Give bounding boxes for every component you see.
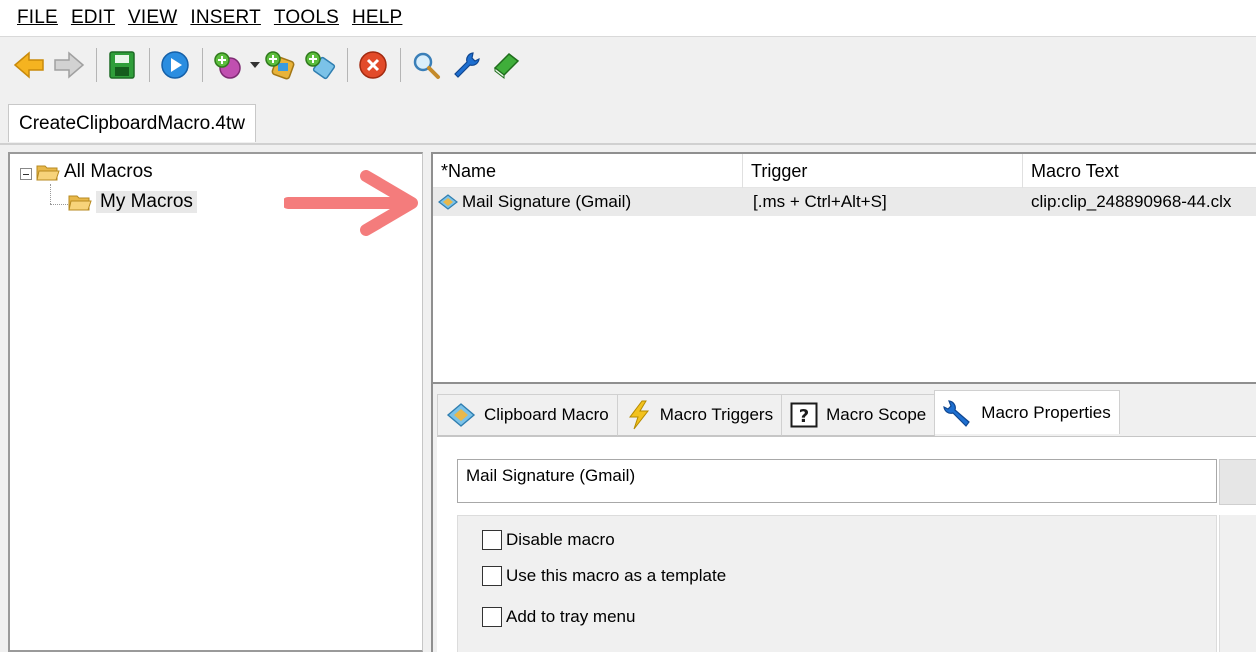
new-clipboard-macro-icon bbox=[265, 50, 295, 79]
new-macro-button[interactable] bbox=[209, 45, 247, 85]
side-button[interactable] bbox=[1219, 459, 1256, 505]
tree-item-my-macros[interactable]: My Macros bbox=[68, 188, 197, 216]
new-clipboard-macro-button[interactable] bbox=[261, 45, 299, 85]
tree-collapse-toggle[interactable] bbox=[20, 168, 32, 180]
new-text-macro-icon bbox=[305, 50, 336, 79]
document-tab-strip: CreateClipboardMacro.4tw bbox=[0, 92, 1256, 144]
menu-insert[interactable]: INSERT bbox=[183, 7, 267, 29]
menu-file[interactable]: FILE bbox=[10, 7, 64, 29]
document-tab[interactable]: CreateClipboardMacro.4tw bbox=[8, 104, 256, 142]
tab-macro-scope[interactable]: ? Macro Scope bbox=[781, 394, 936, 436]
menu-tools[interactable]: TOOLS bbox=[267, 7, 345, 29]
forward-button[interactable] bbox=[50, 45, 88, 85]
table-row[interactable]: Mail Signature (Gmail) [.ms + Ctrl+Alt+S… bbox=[433, 188, 1256, 216]
forward-arrow-icon bbox=[54, 50, 85, 79]
macro-name-field[interactable]: Mail Signature (Gmail) bbox=[457, 459, 1217, 503]
play-icon bbox=[161, 50, 189, 79]
clipboard-macro-icon bbox=[438, 194, 458, 210]
back-arrow-icon bbox=[13, 50, 44, 79]
question-icon: ? bbox=[790, 402, 818, 428]
wrench-icon bbox=[454, 51, 480, 78]
delete-button[interactable] bbox=[354, 45, 392, 85]
wrench-icon bbox=[943, 399, 971, 427]
macro-properties-panel: Mail Signature (Gmail) Disable macro Use… bbox=[437, 436, 1256, 652]
macro-editor: Clipboard Macro Macro Triggers ? Macro S… bbox=[431, 384, 1256, 652]
checkbox-label: Use this macro as a template bbox=[506, 566, 727, 585]
cell-name-text: Mail Signature (Gmail) bbox=[462, 192, 632, 211]
toolbar bbox=[0, 36, 1256, 92]
tab-macro-triggers[interactable]: Macro Triggers bbox=[616, 394, 783, 436]
folder-open-icon bbox=[36, 165, 60, 181]
options-button[interactable] bbox=[447, 45, 485, 85]
tree-item-all-macros[interactable]: All Macros bbox=[36, 158, 153, 186]
divider bbox=[0, 143, 1256, 145]
tab-label: Clipboard Macro bbox=[484, 405, 609, 424]
cell-trigger: [.ms + Ctrl+Alt+S] bbox=[753, 192, 887, 211]
save-button[interactable] bbox=[103, 45, 141, 85]
cell-name: Mail Signature (Gmail) bbox=[433, 188, 743, 216]
menu-bar: FILE EDIT VIEW INSERT TOOLS HELP bbox=[0, 0, 1256, 36]
search-icon bbox=[413, 52, 440, 79]
new-macro-dropdown[interactable] bbox=[249, 45, 261, 85]
back-button[interactable] bbox=[10, 45, 48, 85]
toolbar-separator bbox=[347, 47, 348, 82]
column-header-name[interactable]: *Name bbox=[433, 154, 743, 188]
tab-label: Macro Scope bbox=[826, 405, 927, 424]
column-header-trigger[interactable]: Trigger bbox=[743, 154, 1023, 188]
toolbar-separator bbox=[400, 47, 401, 82]
options-group: Disable macro Use this macro as a templa… bbox=[457, 515, 1217, 652]
save-icon bbox=[109, 50, 135, 79]
disable-macro-option[interactable]: Disable macro bbox=[482, 530, 615, 550]
clipboard-macro-icon bbox=[446, 403, 476, 427]
pane-splitter[interactable] bbox=[423, 152, 431, 652]
search-button[interactable] bbox=[407, 45, 445, 85]
svg-text:?: ? bbox=[799, 406, 809, 427]
tree-item-label: My Macros bbox=[96, 191, 197, 213]
tab-label: Macro Triggers bbox=[659, 405, 774, 424]
toolbar-separator bbox=[96, 47, 97, 82]
list-header: *Name Trigger Macro Text bbox=[433, 154, 1256, 188]
play-button[interactable] bbox=[156, 45, 194, 85]
new-macro-icon bbox=[214, 51, 241, 79]
toolbar-separator bbox=[149, 47, 150, 82]
tab-clipboard-macro[interactable]: Clipboard Macro bbox=[437, 394, 618, 436]
macro-list: *Name Trigger Macro Text Mail Signature … bbox=[431, 152, 1256, 384]
lightning-icon bbox=[628, 400, 649, 430]
tab-macro-properties[interactable]: Macro Properties bbox=[934, 390, 1120, 434]
book-icon bbox=[493, 52, 520, 79]
tab-strip: Clipboard Macro Macro Triggers ? Macro S… bbox=[437, 390, 1120, 436]
dropdown-icon bbox=[250, 61, 260, 68]
help-book-button[interactable] bbox=[487, 45, 525, 85]
toolbar-separator bbox=[202, 47, 203, 82]
tray-menu-checkbox[interactable] bbox=[482, 607, 502, 627]
folder-open-icon bbox=[68, 195, 92, 211]
new-text-macro-button[interactable] bbox=[301, 45, 339, 85]
menu-help[interactable]: HELP bbox=[345, 7, 408, 29]
disable-macro-checkbox[interactable] bbox=[482, 530, 502, 550]
tab-label: Macro Properties bbox=[981, 402, 1111, 422]
tree-item-label: All Macros bbox=[64, 161, 153, 182]
menu-edit[interactable]: EDIT bbox=[64, 7, 121, 29]
tree-connector bbox=[50, 184, 51, 204]
delete-icon bbox=[359, 50, 387, 79]
column-header-macro-text[interactable]: Macro Text bbox=[1023, 154, 1256, 188]
tree-connector bbox=[50, 204, 68, 205]
annotation-arrow-icon bbox=[284, 170, 418, 236]
options-side-panel bbox=[1219, 515, 1256, 652]
template-checkbox[interactable] bbox=[482, 566, 502, 586]
tray-menu-option[interactable]: Add to tray menu bbox=[482, 607, 635, 627]
template-option[interactable]: Use this macro as a template bbox=[482, 566, 726, 586]
menu-view[interactable]: VIEW bbox=[121, 7, 183, 29]
checkbox-label: Disable macro bbox=[506, 530, 615, 549]
checkbox-label: Add to tray menu bbox=[506, 607, 636, 626]
cell-macro-text: clip:clip_248890968-44.clx bbox=[1031, 192, 1232, 211]
